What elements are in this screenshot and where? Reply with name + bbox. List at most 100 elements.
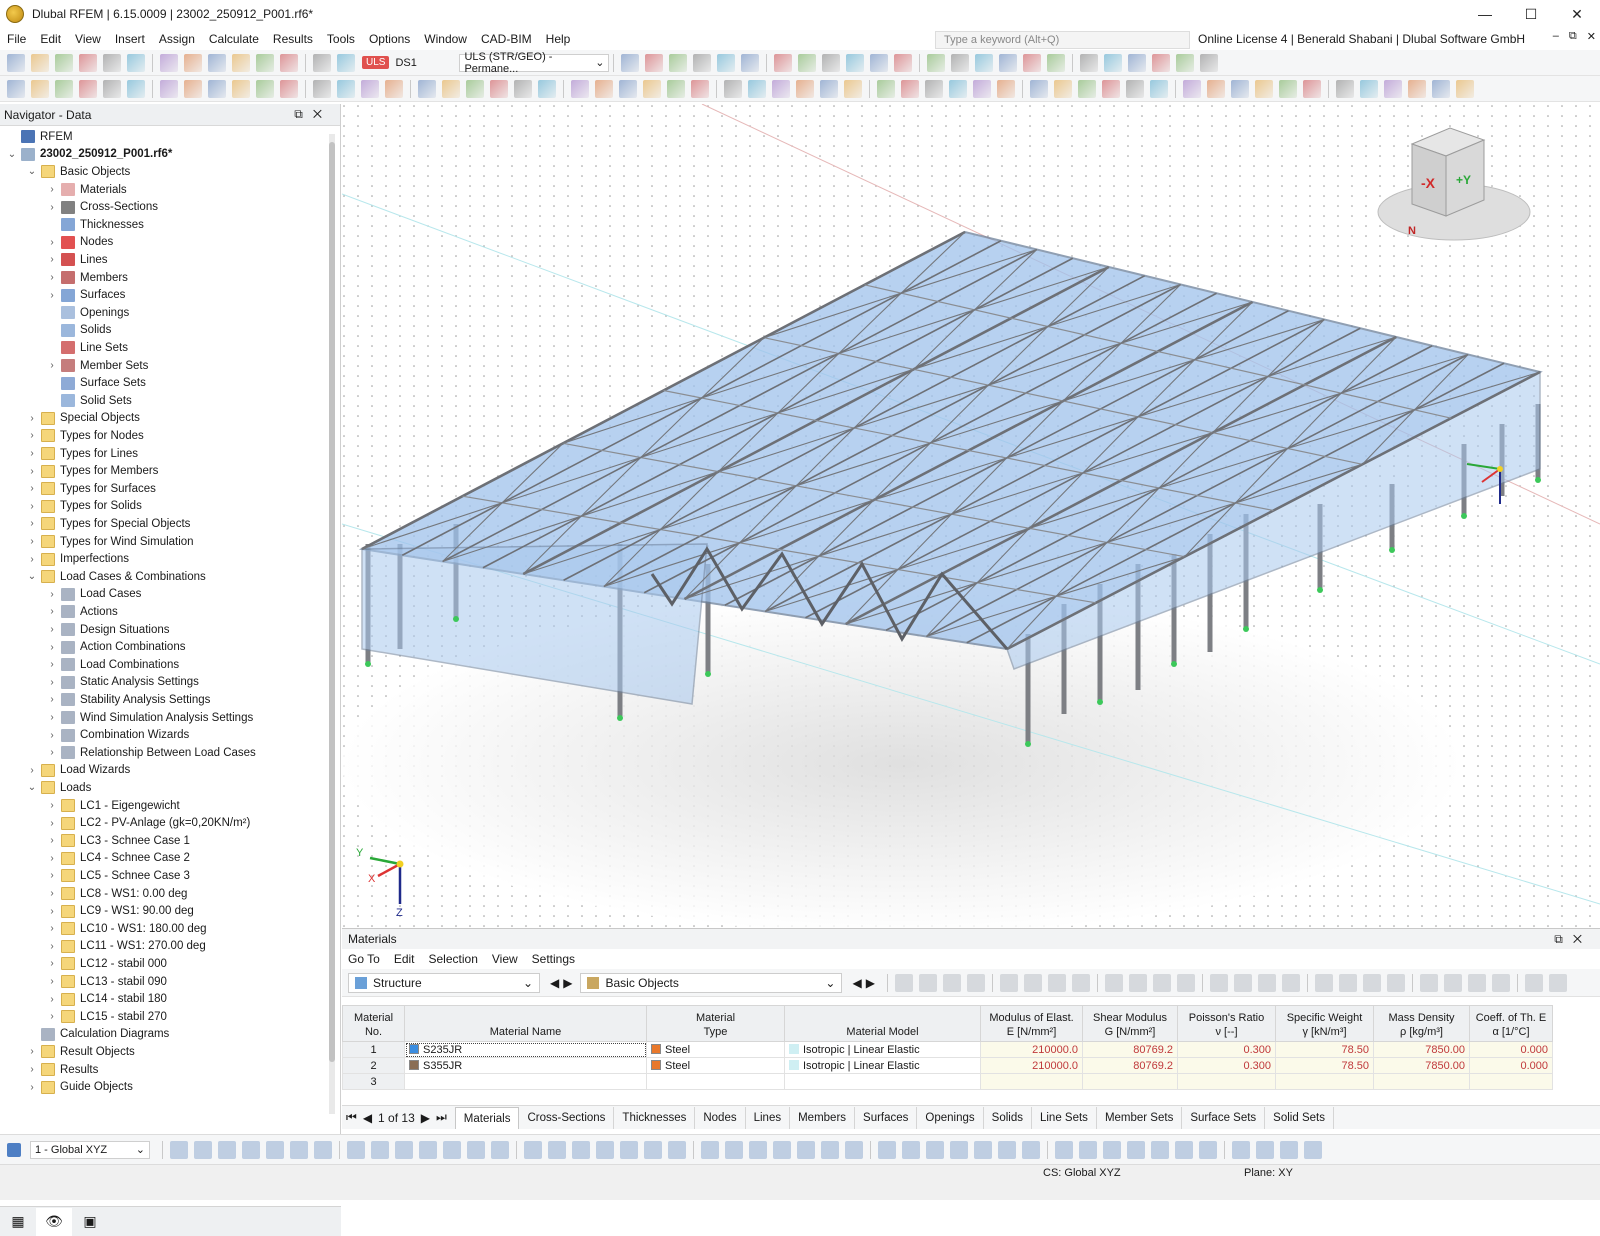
tree-item[interactable]: › Types for Lines xyxy=(26,445,138,463)
expand-icon[interactable]: › xyxy=(26,1064,38,1075)
table-tool-icon[interactable] xyxy=(1386,973,1405,992)
toolbar-tool-icon[interactable] xyxy=(1360,79,1378,98)
cell-name[interactable]: S235JR xyxy=(404,1041,647,1058)
combination-select[interactable]: ULS (STR/GEO) - Permane... ⌄ xyxy=(459,51,610,75)
expand-icon[interactable]: › xyxy=(46,976,58,987)
cell-model[interactable]: Isotropic | Linear Elastic xyxy=(784,1041,981,1058)
tree-item[interactable]: › LC13 - stabil 090 xyxy=(46,973,167,991)
table-tool-icon[interactable] xyxy=(1128,973,1147,992)
object-type-select[interactable]: Basic Objects ⌄ xyxy=(580,972,843,993)
table-tab[interactable]: Surfaces xyxy=(855,1106,918,1129)
toolbar-tool-icon[interactable] xyxy=(1104,53,1123,72)
expand-icon[interactable]: › xyxy=(46,994,58,1005)
toolbar-tool-icon[interactable] xyxy=(951,53,970,72)
tree-item[interactable]: › Guide Objects xyxy=(26,1078,133,1096)
snap-tool-icon[interactable] xyxy=(902,1140,920,1159)
toolbar-tool-icon[interactable] xyxy=(798,53,817,72)
toolbar-tool-icon[interactable] xyxy=(79,53,97,72)
snap-tool-icon[interactable] xyxy=(1175,1140,1193,1159)
materials-menu-view[interactable]: View xyxy=(492,952,518,966)
tree-item[interactable]: › Actions xyxy=(46,603,118,621)
table-tab[interactable]: Line Sets xyxy=(1032,1106,1097,1129)
toolbar-tool-icon[interactable] xyxy=(820,79,838,98)
toolbar-tool-icon[interactable] xyxy=(1023,53,1042,72)
navigator-scrollbar[interactable] xyxy=(329,134,335,1114)
minimize-icon[interactable]: — xyxy=(1462,0,1508,28)
next-arrow-icon[interactable]: ▶ xyxy=(866,976,875,990)
expand-icon[interactable]: › xyxy=(26,1046,38,1057)
tree-item[interactable]: › LC8 - WS1: 0.00 deg xyxy=(46,885,187,903)
cell-E[interactable] xyxy=(980,1073,1083,1090)
snap-tool-icon[interactable] xyxy=(242,1140,260,1159)
expand-icon[interactable]: › xyxy=(26,536,38,547)
toolbar-tool-icon[interactable] xyxy=(772,79,790,98)
toolbar-tool-icon[interactable] xyxy=(1336,79,1354,98)
table-tool-icon[interactable] xyxy=(1047,973,1066,992)
cell-E[interactable]: 210000.0 xyxy=(980,1057,1083,1074)
snap-tool-icon[interactable] xyxy=(1256,1140,1274,1159)
toolbar-tool-icon[interactable] xyxy=(490,79,508,98)
toolbar-tool-icon[interactable] xyxy=(870,53,889,72)
menu-help[interactable]: Help xyxy=(539,28,578,50)
table-tab[interactable]: Materials xyxy=(454,1106,520,1129)
cell-alpha[interactable]: 0.000 xyxy=(1469,1057,1553,1074)
snap-tool-icon[interactable] xyxy=(395,1140,413,1159)
column-header[interactable]: Shear Modulus G [N/mm²] xyxy=(1082,1005,1178,1042)
cell-type[interactable] xyxy=(646,1073,785,1090)
toolbar-tool-icon[interactable] xyxy=(385,79,403,98)
display-tab-icon[interactable]: 👁 xyxy=(36,1207,72,1236)
snap-tool-icon[interactable] xyxy=(749,1140,767,1159)
expand-icon[interactable]: › xyxy=(46,800,58,811)
tree-item[interactable]: › Wind Simulation Analysis Settings xyxy=(46,709,253,727)
expand-icon[interactable]: › xyxy=(46,589,58,600)
table-tool-icon[interactable] xyxy=(966,973,985,992)
toolbar-tool-icon[interactable] xyxy=(999,53,1018,72)
snap-tool-icon[interactable] xyxy=(1022,1140,1040,1159)
cell-rho[interactable]: 7850.00 xyxy=(1373,1041,1470,1058)
table-tool-icon[interactable] xyxy=(918,973,937,992)
snap-tool-icon[interactable] xyxy=(1151,1140,1169,1159)
toolbar-tool-icon[interactable] xyxy=(643,79,661,98)
tree-item[interactable]: › Static Analysis Settings xyxy=(46,674,199,692)
menu-results[interactable]: Results xyxy=(266,28,320,50)
snap-tool-icon[interactable] xyxy=(524,1140,542,1159)
toolbar-tool-icon[interactable] xyxy=(717,53,736,72)
tree-item[interactable]: ⌄ Loads xyxy=(26,779,91,797)
toolbar-tool-icon[interactable] xyxy=(997,79,1015,98)
toolbar-tool-icon[interactable] xyxy=(31,53,49,72)
snap-tool-icon[interactable] xyxy=(443,1140,461,1159)
snap-tool-icon[interactable] xyxy=(668,1140,686,1159)
table-tool-icon[interactable] xyxy=(1338,973,1357,992)
close-icon[interactable]: ✕ xyxy=(1554,0,1600,28)
toolbar-tool-icon[interactable] xyxy=(79,79,97,98)
toolbar-tool-icon[interactable] xyxy=(55,79,73,98)
menu-view[interactable]: View xyxy=(68,28,108,50)
menu-window[interactable]: Window xyxy=(417,28,474,50)
table-tab[interactable]: Members xyxy=(790,1106,856,1129)
cell-alpha[interactable]: 0.000 xyxy=(1469,1041,1553,1058)
toolbar-tool-icon[interactable] xyxy=(256,79,274,98)
cell-no[interactable]: 2 xyxy=(342,1057,405,1074)
expand-icon[interactable]: › xyxy=(46,958,58,969)
toolbar-tool-icon[interactable] xyxy=(208,79,226,98)
structure-model[interactable]: Y X Z -X +Y N xyxy=(342,104,1600,928)
pin-icon[interactable]: ⧉ xyxy=(294,107,313,121)
cell-E[interactable]: 210000.0 xyxy=(980,1041,1083,1058)
scrollbar-thumb[interactable] xyxy=(329,142,335,1062)
expand-icon[interactable]: › xyxy=(46,624,58,635)
expand-icon[interactable]: › xyxy=(46,642,58,653)
table-tool-icon[interactable] xyxy=(1491,973,1510,992)
toolbar-tool-icon[interactable] xyxy=(103,79,121,98)
collapse-icon[interactable]: ⌄ xyxy=(26,782,38,793)
toolbar-tool-icon[interactable] xyxy=(901,79,919,98)
expand-icon[interactable]: › xyxy=(26,765,38,776)
expand-icon[interactable]: › xyxy=(46,360,58,371)
menu-assign[interactable]: Assign xyxy=(152,28,202,50)
table-tab[interactable]: Lines xyxy=(746,1106,791,1129)
tree-item[interactable]: › Members xyxy=(46,269,128,287)
toolbar-tool-icon[interactable] xyxy=(208,53,226,72)
tree-item[interactable]: › Results xyxy=(26,1061,98,1079)
collapse-icon[interactable]: ⌄ xyxy=(26,166,38,177)
tree-item[interactable]: › LC4 - Schnee Case 2 xyxy=(46,850,190,868)
snap-tool-icon[interactable] xyxy=(596,1140,614,1159)
